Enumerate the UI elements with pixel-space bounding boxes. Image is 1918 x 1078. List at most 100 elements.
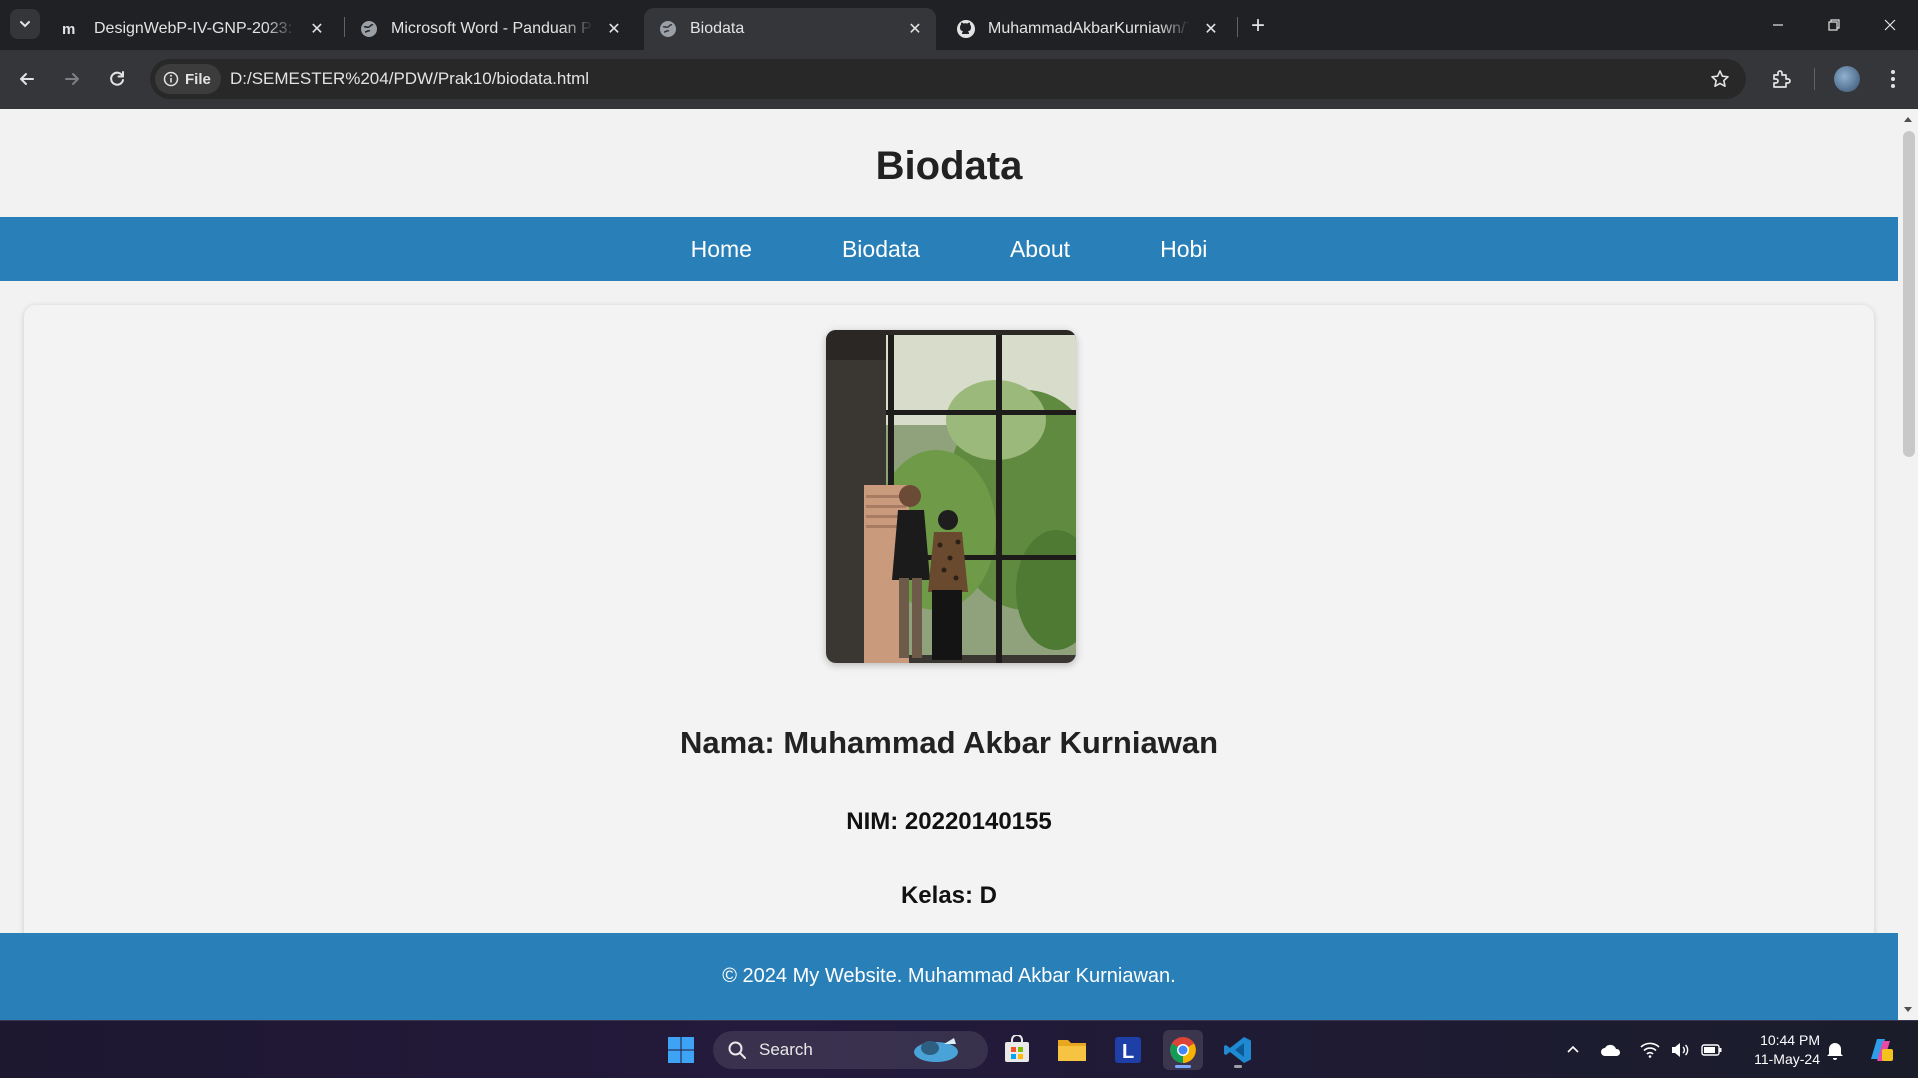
close-window-button[interactable] — [1862, 0, 1918, 50]
taskbar-app-l[interactable]: L — [1108, 1030, 1148, 1070]
bell-icon — [1827, 1043, 1843, 1060]
tab-biodata[interactable]: Biodata ✕ — [644, 8, 936, 50]
active-indicator — [1175, 1065, 1191, 1068]
puzzle-icon — [1773, 70, 1791, 88]
reload-button[interactable] — [101, 63, 133, 95]
l-app-icon: L — [1115, 1037, 1141, 1063]
tab-title: Microsoft Word - Panduan Prak — [391, 20, 593, 37]
moodle-icon: m — [62, 19, 82, 39]
scroll-up-icon[interactable] — [1902, 113, 1914, 125]
vscode-icon — [1224, 1037, 1251, 1063]
tab-github[interactable]: MuhammadAkbarKurniawn/Tug ✕ — [942, 8, 1232, 50]
close-icon[interactable]: ✕ — [904, 18, 926, 40]
taskbar-store[interactable] — [997, 1030, 1037, 1070]
reload-icon — [110, 71, 124, 86]
close-icon[interactable]: ✕ — [603, 18, 625, 40]
search-highlight-icon — [914, 1038, 958, 1062]
browser-toolbar: File D:/SEMESTER%204/PDW/Prak10/biodata.… — [0, 50, 1918, 109]
web-page: Biodata Home Biodata About Hobi Nama: Mu… — [0, 109, 1918, 1020]
url-text[interactable]: D:/SEMESTER%204/PDW/Prak10/biodata.html — [230, 69, 589, 89]
taskbar-search-label: Search — [759, 1040, 813, 1059]
footer-text: © 2024 My Website. Muhammad Akbar Kurnia… — [722, 965, 1176, 987]
tab-separator — [1237, 17, 1238, 37]
taskbar-chrome[interactable] — [1163, 1030, 1203, 1070]
taskbar-file-explorer[interactable] — [1052, 1030, 1092, 1070]
svg-text:m: m — [62, 21, 75, 37]
close-icon — [1884, 19, 1896, 31]
profile-avatar[interactable] — [1834, 66, 1860, 92]
nav-link-hobi[interactable]: Hobi — [1160, 236, 1207, 263]
menu-button[interactable] — [1878, 64, 1908, 94]
site-info-chip[interactable]: File — [155, 64, 221, 94]
nav-link-biodata[interactable]: Biodata — [842, 236, 920, 263]
new-tab-button[interactable]: + — [1244, 12, 1272, 40]
tray-battery[interactable] — [1700, 1038, 1724, 1062]
profile-nim: NIM: 20220140155 — [846, 808, 1052, 835]
folder-icon — [1058, 1040, 1086, 1061]
tray-wifi[interactable] — [1638, 1038, 1662, 1062]
scrollbar[interactable] — [1898, 109, 1918, 1020]
close-icon[interactable]: ✕ — [306, 18, 328, 40]
tray-volume[interactable] — [1668, 1038, 1692, 1062]
tab-title: MuhammadAkbarKurniawn/Tug — [988, 20, 1190, 37]
scroll-thumb[interactable] — [1903, 131, 1915, 457]
copilot-icon — [1871, 1039, 1893, 1061]
tab-microsoft-word[interactable]: Microsoft Word - Panduan Prak ✕ — [345, 8, 635, 50]
tab-strip: m DesignWebP-IV-GNP-2023: Pra ✕ Microsof… — [0, 0, 1918, 50]
tab-title: DesignWebP-IV-GNP-2023: Pra — [94, 20, 296, 37]
running-indicator — [1234, 1065, 1242, 1068]
chrome-icon — [1170, 1037, 1196, 1063]
taskbar-clock[interactable]: 10:44 PM 11-May-24 — [1736, 1031, 1820, 1069]
chevron-up-icon — [1567, 1045, 1579, 1053]
profile-photo — [826, 330, 1076, 663]
scroll-down-icon[interactable] — [1902, 1004, 1914, 1016]
taskbar-search[interactable]: Search — [713, 1031, 988, 1069]
minimize-icon — [1773, 24, 1783, 26]
tab-search-button[interactable] — [10, 9, 40, 39]
tray-overflow-button[interactable] — [1561, 1038, 1585, 1062]
extensions-button[interactable] — [1766, 64, 1796, 94]
back-button[interactable] — [11, 63, 43, 95]
tab-designwebp[interactable]: m DesignWebP-IV-GNP-2023: Pra ✕ — [48, 8, 338, 50]
tray-onedrive[interactable] — [1599, 1038, 1623, 1062]
close-icon[interactable]: ✕ — [1200, 18, 1222, 40]
chevron-down-icon — [20, 21, 30, 28]
minimize-button[interactable] — [1750, 0, 1806, 50]
clock-time: 10:44 PM — [1760, 1032, 1820, 1048]
search-icon — [728, 1041, 746, 1059]
more-vert-icon — [1891, 70, 1895, 88]
nav-link-about[interactable]: About — [1010, 236, 1070, 263]
tab-title: Biodata — [690, 20, 745, 37]
page-header: Biodata — [0, 109, 1898, 217]
cloud-icon — [1601, 1044, 1621, 1056]
tray-notifications[interactable] — [1823, 1038, 1847, 1062]
taskbar-vscode[interactable] — [1218, 1030, 1258, 1070]
arrow-right-icon — [65, 73, 79, 85]
page-footer: © 2024 My Website. Muhammad Akbar Kurnia… — [0, 933, 1898, 1020]
speaker-icon — [1672, 1043, 1689, 1057]
restore-button[interactable] — [1806, 0, 1862, 50]
main-nav: Home Biodata About Hobi — [0, 217, 1898, 281]
battery-icon — [1701, 1044, 1722, 1056]
clock-date: 11-May-24 — [1754, 1051, 1820, 1067]
profile-kelas: Kelas: D — [900, 882, 998, 909]
nav-link-home[interactable]: Home — [691, 236, 752, 263]
restore-icon — [1828, 19, 1840, 31]
address-bar[interactable]: File D:/SEMESTER%204/PDW/Prak10/biodata.… — [150, 59, 1746, 99]
windows-icon — [668, 1037, 694, 1063]
toolbar-divider — [1814, 68, 1815, 90]
tray-copilot[interactable] — [1865, 1035, 1895, 1065]
start-button[interactable] — [661, 1030, 701, 1070]
info-icon — [163, 71, 179, 87]
github-icon — [956, 19, 976, 39]
globe-icon — [658, 19, 678, 39]
microsoft-store-icon — [1005, 1035, 1029, 1062]
profile-name: Nama: Muhammad Akbar Kurniawan — [679, 725, 1219, 760]
windows-taskbar: Search L 10:44 PM 11-May-24 — [0, 1020, 1918, 1078]
forward-button[interactable] — [56, 63, 88, 95]
wifi-icon — [1640, 1042, 1660, 1058]
globe-icon — [359, 19, 379, 39]
bookmark-button[interactable] — [1708, 67, 1732, 91]
star-icon — [1711, 70, 1729, 87]
page-title: Biodata — [875, 143, 1023, 188]
